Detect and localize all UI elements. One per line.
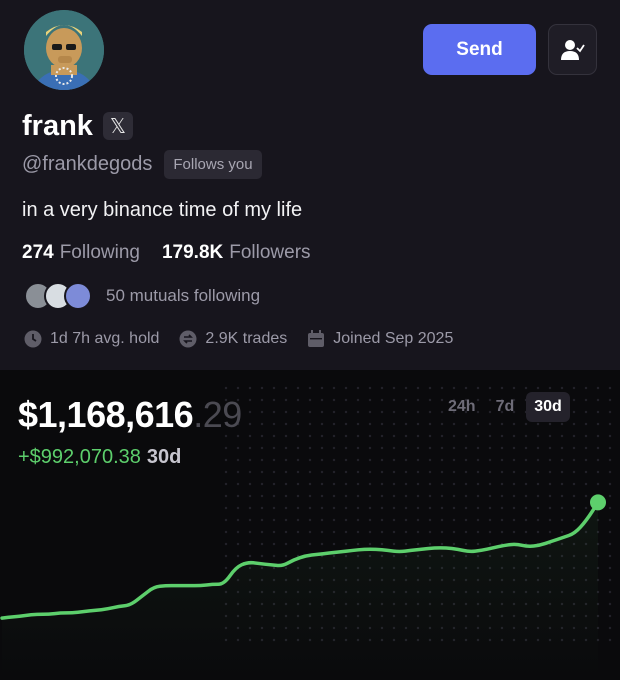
portfolio-pnl: +$992,070.38 30d xyxy=(18,446,181,469)
clock-icon xyxy=(24,330,42,348)
user-check-icon xyxy=(560,39,585,60)
swap-icon xyxy=(179,330,197,348)
joined-date: Joined Sep 2025 xyxy=(333,330,454,347)
range-7d[interactable]: 7d xyxy=(488,392,523,422)
profile-avatar[interactable] xyxy=(24,10,104,90)
range-24h[interactable]: 24h xyxy=(440,392,484,422)
profile-handle: @frankdegods xyxy=(22,153,153,175)
range-selector: 24h 7d 30d xyxy=(436,392,570,422)
followers-label: Followers xyxy=(229,242,311,263)
portfolio-panel: $1,168,616.29 +$992,070.38 30d 24h 7d 30… xyxy=(0,370,620,680)
avg-hold: 1d 7h avg. hold xyxy=(50,330,160,347)
mutuals-row[interactable]: 50 mutuals following xyxy=(24,282,260,310)
balance-cents: .29 xyxy=(193,394,242,435)
mutuals-text: 50 mutuals following xyxy=(106,286,261,305)
follow-stats: 274 Following 179.8K Followers xyxy=(22,242,311,264)
follows-you-badge: Follows you xyxy=(164,150,262,179)
send-button[interactable]: Send xyxy=(423,24,536,75)
following-stat[interactable]: 274 Following xyxy=(22,242,140,264)
pnl-amount: +$992,070.38 xyxy=(18,446,141,468)
followers-count: 179.8K xyxy=(161,242,224,263)
followers-stat[interactable]: 179.8K Followers xyxy=(162,242,311,264)
x-logo-icon[interactable]: 𝕏 xyxy=(102,112,133,140)
mutual-avatars xyxy=(24,282,96,310)
calendar-icon xyxy=(308,330,325,347)
range-30d[interactable]: 30d xyxy=(526,392,570,422)
balance-main: $1,168,616 xyxy=(18,394,194,435)
portfolio-chart xyxy=(0,494,606,680)
profile-meta: 1d 7h avg. hold 2.9K trades Joined Sep 2… xyxy=(24,330,473,348)
following-count: 274 xyxy=(22,242,54,263)
portfolio-balance: $1,168,616.29 xyxy=(18,394,242,436)
chart-area-fill xyxy=(2,502,598,680)
profile-bio: in a very binance time of my life xyxy=(22,199,303,221)
profile-name: frank xyxy=(22,110,93,142)
mutual-avatar xyxy=(64,282,92,310)
profile-header: Send frank 𝕏 @frankdegods Follows you in… xyxy=(0,0,620,370)
follow-user-button[interactable] xyxy=(548,24,597,75)
following-label: Following xyxy=(59,242,140,263)
pnl-period: 30d xyxy=(146,446,182,468)
chart-end-point[interactable] xyxy=(590,494,606,511)
trades-count: 2.9K trades xyxy=(205,330,288,347)
